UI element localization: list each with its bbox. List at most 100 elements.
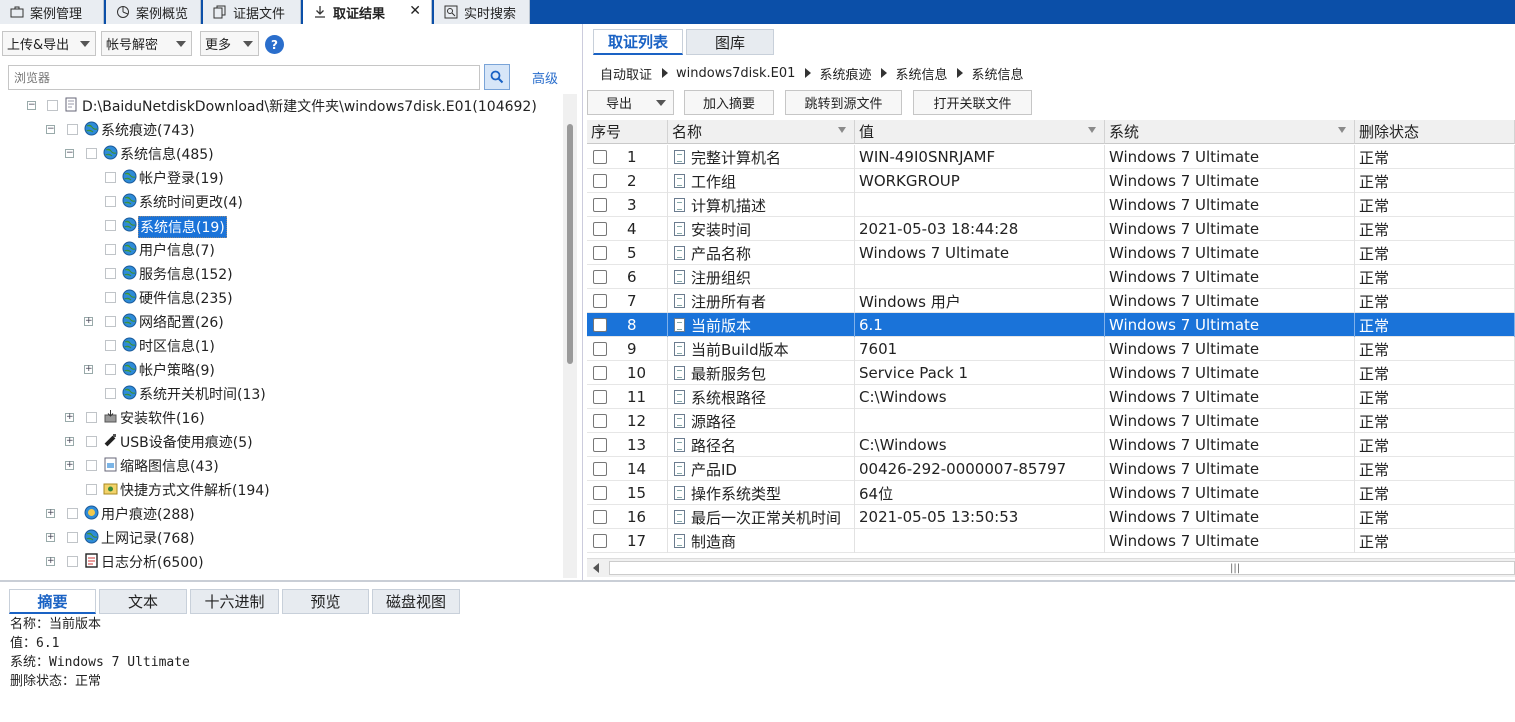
table-row[interactable]: 14 产品ID 00426-292-0000007-85797 Windows 7 U… bbox=[587, 457, 1515, 481]
close-icon[interactable]: ✕ bbox=[409, 3, 421, 19]
tree-search-input[interactable] bbox=[8, 65, 480, 90]
tree-checkbox[interactable] bbox=[105, 172, 116, 183]
upload-export-dropdown[interactable]: 上传&导出 bbox=[2, 31, 96, 56]
expand-icon[interactable]: + bbox=[65, 461, 74, 470]
scrollbar-thumb[interactable] bbox=[567, 124, 573, 364]
tree-node[interactable]: 时区信息(1) bbox=[0, 334, 560, 356]
collapse-icon[interactable]: − bbox=[27, 101, 36, 110]
table-row[interactable]: 2 工作组 WORKGROUP Windows 7 Ultimate 正常 bbox=[587, 169, 1515, 193]
tree-checkbox[interactable] bbox=[86, 148, 97, 159]
table-row[interactable]: 17 制造商 Windows 7 Ultimate 正常 bbox=[587, 529, 1515, 553]
collapse-icon[interactable]: − bbox=[65, 149, 74, 158]
tab-gallery[interactable]: 图库 bbox=[686, 29, 774, 55]
breadcrumb-item[interactable]: 系统信息 bbox=[895, 64, 947, 83]
tab-forensic-results[interactable]: 取证结果 ✕ bbox=[303, 0, 432, 24]
row-checkbox[interactable] bbox=[593, 534, 607, 548]
tree-checkbox[interactable] bbox=[67, 508, 78, 519]
tree-checkbox[interactable] bbox=[86, 484, 97, 495]
tree-node[interactable]: 用户信息(7) bbox=[0, 238, 560, 260]
tree-node[interactable]: + 安装软件(16) bbox=[0, 406, 560, 428]
expand-icon[interactable]: + bbox=[46, 557, 55, 566]
tree-checkbox[interactable] bbox=[105, 316, 116, 327]
open-related-button[interactable]: 打开关联文件 bbox=[913, 90, 1032, 115]
table-row[interactable]: 8 当前版本 6.1 Windows 7 Ultimate 正常 bbox=[587, 313, 1515, 337]
breadcrumb-item[interactable]: windows7disk.E01 bbox=[676, 66, 795, 81]
expand-icon[interactable]: + bbox=[46, 533, 55, 542]
row-checkbox[interactable] bbox=[593, 438, 607, 452]
table-row[interactable]: 15 操作系统类型 64位 Windows 7 Ultimate 正常 bbox=[587, 481, 1515, 505]
tab-text[interactable]: 文本 bbox=[99, 589, 187, 614]
row-checkbox[interactable] bbox=[593, 198, 607, 212]
export-dropdown[interactable]: 导出 bbox=[587, 90, 674, 115]
table-row[interactable]: 16 最后一次正常关机时间 2021-05-05 13:50:53 Windows 7… bbox=[587, 505, 1515, 529]
tree-node[interactable]: 快捷方式文件解析(194) bbox=[0, 478, 560, 500]
tree-node[interactable]: − 系统痕迹(743) bbox=[0, 118, 560, 140]
tab-evidence-files[interactable]: 证据文件 bbox=[203, 0, 301, 24]
tree-node[interactable]: + 缩略图信息(43) bbox=[0, 454, 560, 476]
tree-checkbox[interactable] bbox=[67, 556, 78, 567]
table-row[interactable]: 13 路径名 C:\Windows Windows 7 Ultimate 正常 bbox=[587, 433, 1515, 457]
tree-node[interactable]: 系统开关机时间(13) bbox=[0, 382, 560, 404]
tree-checkbox[interactable] bbox=[86, 460, 97, 471]
column-header-delete-status[interactable]: 删除状态 bbox=[1355, 120, 1515, 144]
row-checkbox[interactable] bbox=[593, 270, 607, 284]
column-header-value[interactable]: 值 bbox=[855, 120, 1105, 144]
search-button[interactable] bbox=[484, 64, 510, 90]
filter-icon[interactable] bbox=[1088, 127, 1096, 133]
tree-node[interactable]: + 上网记录(768) bbox=[0, 526, 560, 548]
filter-icon[interactable] bbox=[1338, 127, 1346, 133]
table-row[interactable]: 4 安装时间 2021-05-03 18:44:28 Windows 7 Ultima… bbox=[587, 217, 1515, 241]
tree-checkbox[interactable] bbox=[105, 340, 116, 351]
tree-checkbox[interactable] bbox=[47, 100, 58, 111]
goto-source-button[interactable]: 跳转到源文件 bbox=[785, 90, 902, 115]
table-row[interactable]: 12 源路径 Windows 7 Ultimate 正常 bbox=[587, 409, 1515, 433]
row-checkbox[interactable] bbox=[593, 222, 607, 236]
tree-node[interactable]: 服务信息(152) bbox=[0, 262, 560, 284]
expand-icon[interactable]: + bbox=[65, 437, 74, 446]
column-header-no[interactable]: 序号 bbox=[587, 120, 668, 144]
more-dropdown[interactable]: 更多 bbox=[200, 31, 259, 56]
breadcrumb-item[interactable]: 系统信息 bbox=[971, 64, 1023, 83]
collapse-icon[interactable]: − bbox=[46, 125, 55, 134]
breadcrumb-item[interactable]: 系统痕迹 bbox=[819, 64, 871, 83]
tab-preview[interactable]: 预览 bbox=[282, 589, 369, 614]
tree-checkbox[interactable] bbox=[105, 244, 116, 255]
tree-checkbox[interactable] bbox=[86, 412, 97, 423]
tree-node[interactable]: + 帐户策略(9) bbox=[0, 358, 560, 380]
row-checkbox[interactable] bbox=[593, 366, 607, 380]
row-checkbox[interactable] bbox=[593, 510, 607, 524]
tree-node[interactable]: 系统信息(19) bbox=[0, 214, 560, 238]
tree-checkbox[interactable] bbox=[105, 388, 116, 399]
table-row[interactable]: 11 系统根路径 C:\Windows Windows 7 Ultimate 正常 bbox=[587, 385, 1515, 409]
tree-node[interactable]: 帐户登录(19) bbox=[0, 166, 560, 188]
filter-icon[interactable] bbox=[838, 127, 846, 133]
tab-summary[interactable]: 摘要 bbox=[9, 589, 96, 614]
add-summary-button[interactable]: 加入摘要 bbox=[684, 90, 774, 115]
help-icon[interactable]: ? bbox=[265, 35, 284, 54]
table-row[interactable]: 5 产品名称 Windows 7 Ultimate Windows 7 Ultimat… bbox=[587, 241, 1515, 265]
breadcrumb-item[interactable]: 自动取证 bbox=[600, 64, 652, 83]
tab-forensic-list[interactable]: 取证列表 bbox=[593, 29, 683, 55]
table-horizontal-scrollbar[interactable]: ||| bbox=[587, 558, 1515, 577]
tree-checkbox[interactable] bbox=[105, 292, 116, 303]
tree-scrollbar[interactable] bbox=[563, 94, 577, 578]
tree-checkbox[interactable] bbox=[67, 124, 78, 135]
row-checkbox[interactable] bbox=[593, 414, 607, 428]
row-checkbox[interactable] bbox=[593, 318, 607, 332]
table-row[interactable]: 3 计算机描述 Windows 7 Ultimate 正常 bbox=[587, 193, 1515, 217]
row-checkbox[interactable] bbox=[593, 462, 607, 476]
account-decrypt-dropdown[interactable]: 帐号解密 bbox=[101, 31, 192, 56]
table-row[interactable]: 9 当前Build版本 7601 Windows 7 Ultimate 正常 bbox=[587, 337, 1515, 361]
table-row[interactable]: 6 注册组织 Windows 7 Ultimate 正常 bbox=[587, 265, 1515, 289]
table-row[interactable]: 1 完整计算机名 WIN-49I0SNRJAMF Windows 7 Ultimate… bbox=[587, 145, 1515, 169]
tree-node[interactable]: 硬件信息(235) bbox=[0, 286, 560, 308]
tree-checkbox[interactable] bbox=[105, 364, 116, 375]
tab-disk-view[interactable]: 磁盘视图 bbox=[372, 589, 460, 614]
tab-realtime-search[interactable]: 实时搜索 bbox=[434, 0, 530, 24]
row-checkbox[interactable] bbox=[593, 342, 607, 356]
scroll-left-icon[interactable] bbox=[593, 563, 599, 573]
tree-checkbox[interactable] bbox=[86, 436, 97, 447]
tree-node[interactable]: − D:\BaiduNetdiskDownload\新建文件夹\windows7d… bbox=[0, 94, 560, 116]
tree-checkbox[interactable] bbox=[105, 220, 116, 231]
expand-icon[interactable]: + bbox=[46, 509, 55, 518]
